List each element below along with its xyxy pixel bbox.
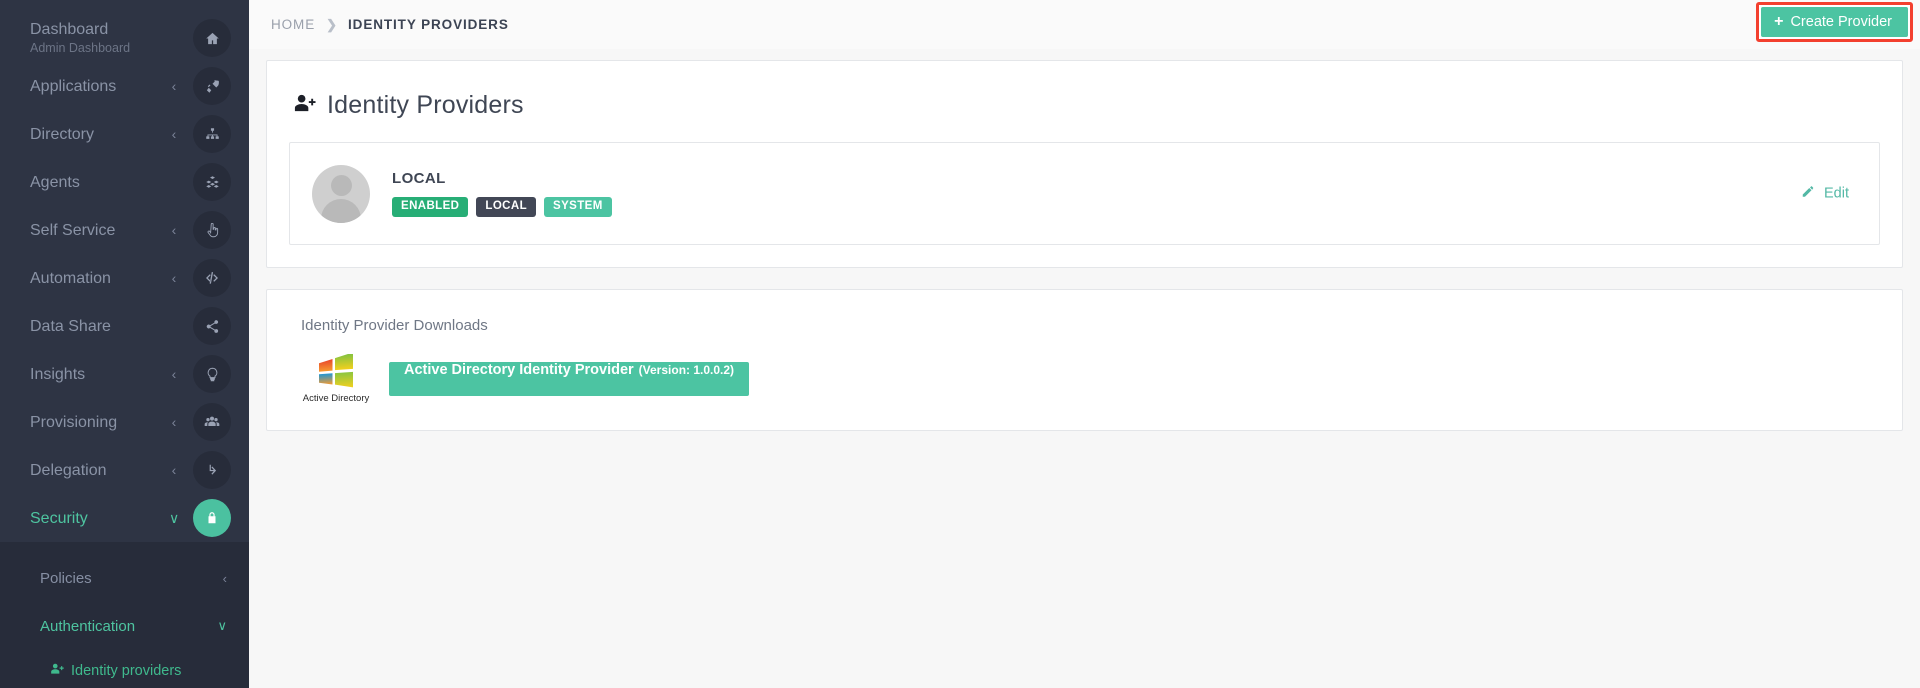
home-icon	[193, 19, 231, 57]
avatar	[312, 164, 370, 223]
status-badge-local: LOCAL	[476, 196, 536, 218]
edit-provider-label: Edit	[1824, 185, 1849, 202]
main-area: HOME ❯ IDENTITY PROVIDERS + Create Provi…	[249, 0, 1920, 688]
provider-info: LOCAL ENABLED LOCAL SYSTEM	[392, 170, 612, 218]
sidebar-item-label: Self Service	[30, 221, 116, 239]
downloads-title: Identity Provider Downloads	[301, 317, 488, 334]
chevron-right-icon: ❯	[326, 16, 338, 32]
identity-provider-downloads-panel: Identity Provider Downloads Active Direc…	[266, 289, 1903, 431]
sidebar-item-agents[interactable]: Agents	[0, 158, 249, 206]
status-badge-enabled: ENABLED	[392, 196, 469, 218]
hand-pointer-icon	[193, 211, 231, 249]
chevron-left-icon: ‹	[171, 414, 177, 430]
sidebar-item-identity-providers[interactable]: Identity providers	[0, 650, 249, 688]
page-title-text: Identity Providers	[327, 91, 524, 119]
sidebar-item-label: Security	[30, 509, 88, 527]
sidebar-item-label: Policies	[40, 569, 92, 587]
sidebar: Dashboard Admin Dashboard Applications ‹…	[0, 0, 249, 688]
download-item: Active Directory Active Directory Identi…	[289, 354, 1880, 404]
sidebar-item-authentication[interactable]: Authentication ∨	[0, 602, 249, 650]
download-version: (Version: 1.0.0.2)	[638, 363, 735, 377]
breadcrumb-current: IDENTITY PROVIDERS	[348, 17, 509, 32]
avatar-body	[321, 198, 361, 223]
page-title: Identity Providers	[293, 91, 1880, 120]
chevron-down-icon: ∨	[217, 618, 227, 633]
rocket-icon	[193, 67, 231, 105]
sidebar-item-dashboard[interactable]: Dashboard Admin Dashboard	[0, 14, 249, 62]
sidebar-item-provisioning[interactable]: Provisioning ‹	[0, 398, 249, 446]
sidebar-item-label: Agents	[30, 173, 80, 191]
sidebar-item-automation[interactable]: Automation ‹	[0, 254, 249, 302]
avatar-head	[330, 174, 352, 196]
chevron-left-icon: ‹	[171, 366, 177, 382]
chevron-left-icon: ‹	[171, 78, 177, 94]
lock-icon	[193, 499, 231, 537]
pencil-icon	[1801, 184, 1815, 203]
user-plus-icon	[293, 92, 316, 120]
sidebar-item-label: Identity providers	[71, 663, 182, 679]
sidebar-item-label: Authentication	[40, 617, 136, 635]
plus-icon: +	[1774, 13, 1784, 30]
sidebar-item-label: Delegation	[30, 461, 107, 479]
sidebar-item-label: Insights	[30, 365, 86, 383]
topbar: HOME ❯ IDENTITY PROVIDERS + Create Provi…	[249, 0, 1920, 49]
sidebar-item-label: Automation	[30, 269, 111, 287]
chevron-left-icon: ‹	[171, 222, 177, 238]
download-active-directory-button[interactable]: Active Directory Identity Provider (Vers…	[389, 362, 750, 396]
users-icon	[193, 403, 231, 441]
status-badge-system: SYSTEM	[544, 196, 612, 218]
create-provider-label: Create Provider	[1790, 14, 1892, 30]
user-plus-icon	[50, 662, 64, 681]
chevron-left-icon: ‹	[171, 462, 177, 478]
sidebar-item-label: Directory	[30, 125, 95, 143]
cubes-icon	[193, 163, 231, 201]
sidebar-item-label: Dashboard	[30, 21, 109, 38]
sidebar-item-label: Applications	[30, 77, 117, 95]
provider-badges: ENABLED LOCAL SYSTEM	[392, 196, 612, 218]
chevron-down-icon: ∨	[169, 509, 180, 526]
sidebar-item-data-share[interactable]: Data Share	[0, 302, 249, 350]
sidebar-item-directory[interactable]: Directory ‹	[0, 110, 249, 158]
breadcrumb-home[interactable]: HOME	[271, 17, 315, 32]
sidebar-item-self-service[interactable]: Self Service ‹	[0, 206, 249, 254]
sidebar-item-label: Provisioning	[30, 413, 118, 431]
download-name: Active Directory Identity Provider	[404, 362, 634, 378]
sidebar-nav-primary: Dashboard Admin Dashboard Applications ‹…	[0, 0, 249, 542]
create-provider-button[interactable]: + Create Provider	[1761, 7, 1908, 37]
sidebar-item-applications[interactable]: Applications ‹	[0, 62, 249, 110]
share-icon	[193, 307, 231, 345]
chevron-left-icon: ‹	[171, 270, 177, 286]
page-content: Identity Providers LOCAL ENABLED LOCAL S…	[249, 49, 1920, 431]
sidebar-submenu-security: Policies ‹ Authentication ∨ Identity pro…	[0, 542, 249, 688]
level-down-icon	[193, 451, 231, 489]
sidebar-item-delegation[interactable]: Delegation ‹	[0, 446, 249, 494]
sidebar-item-label: Data Share	[30, 317, 111, 335]
sidebar-item-insights[interactable]: Insights ‹	[0, 350, 249, 398]
sidebar-item-security[interactable]: Security ∨	[0, 494, 249, 542]
sitemap-icon	[193, 115, 231, 153]
breadcrumb: HOME ❯ IDENTITY PROVIDERS	[271, 17, 509, 33]
windows-logo-caption: Active Directory	[302, 393, 370, 404]
sidebar-item-sublabel: Admin Dashboard	[30, 41, 131, 55]
lightbulb-icon	[193, 355, 231, 393]
edit-provider-button[interactable]: Edit	[1801, 184, 1849, 203]
provider-card-local[interactable]: LOCAL ENABLED LOCAL SYSTEM Edit	[289, 142, 1880, 245]
identity-providers-panel: Identity Providers LOCAL ENABLED LOCAL S…	[266, 60, 1903, 268]
sidebar-item-policies[interactable]: Policies ‹	[0, 554, 249, 602]
chevron-left-icon: ‹	[222, 570, 227, 586]
code-icon	[193, 259, 231, 297]
provider-name: LOCAL	[392, 169, 446, 187]
windows-logo-icon: Active Directory	[301, 354, 371, 404]
chevron-left-icon: ‹	[171, 126, 177, 142]
create-provider-highlight: + Create Provider	[1756, 2, 1913, 42]
